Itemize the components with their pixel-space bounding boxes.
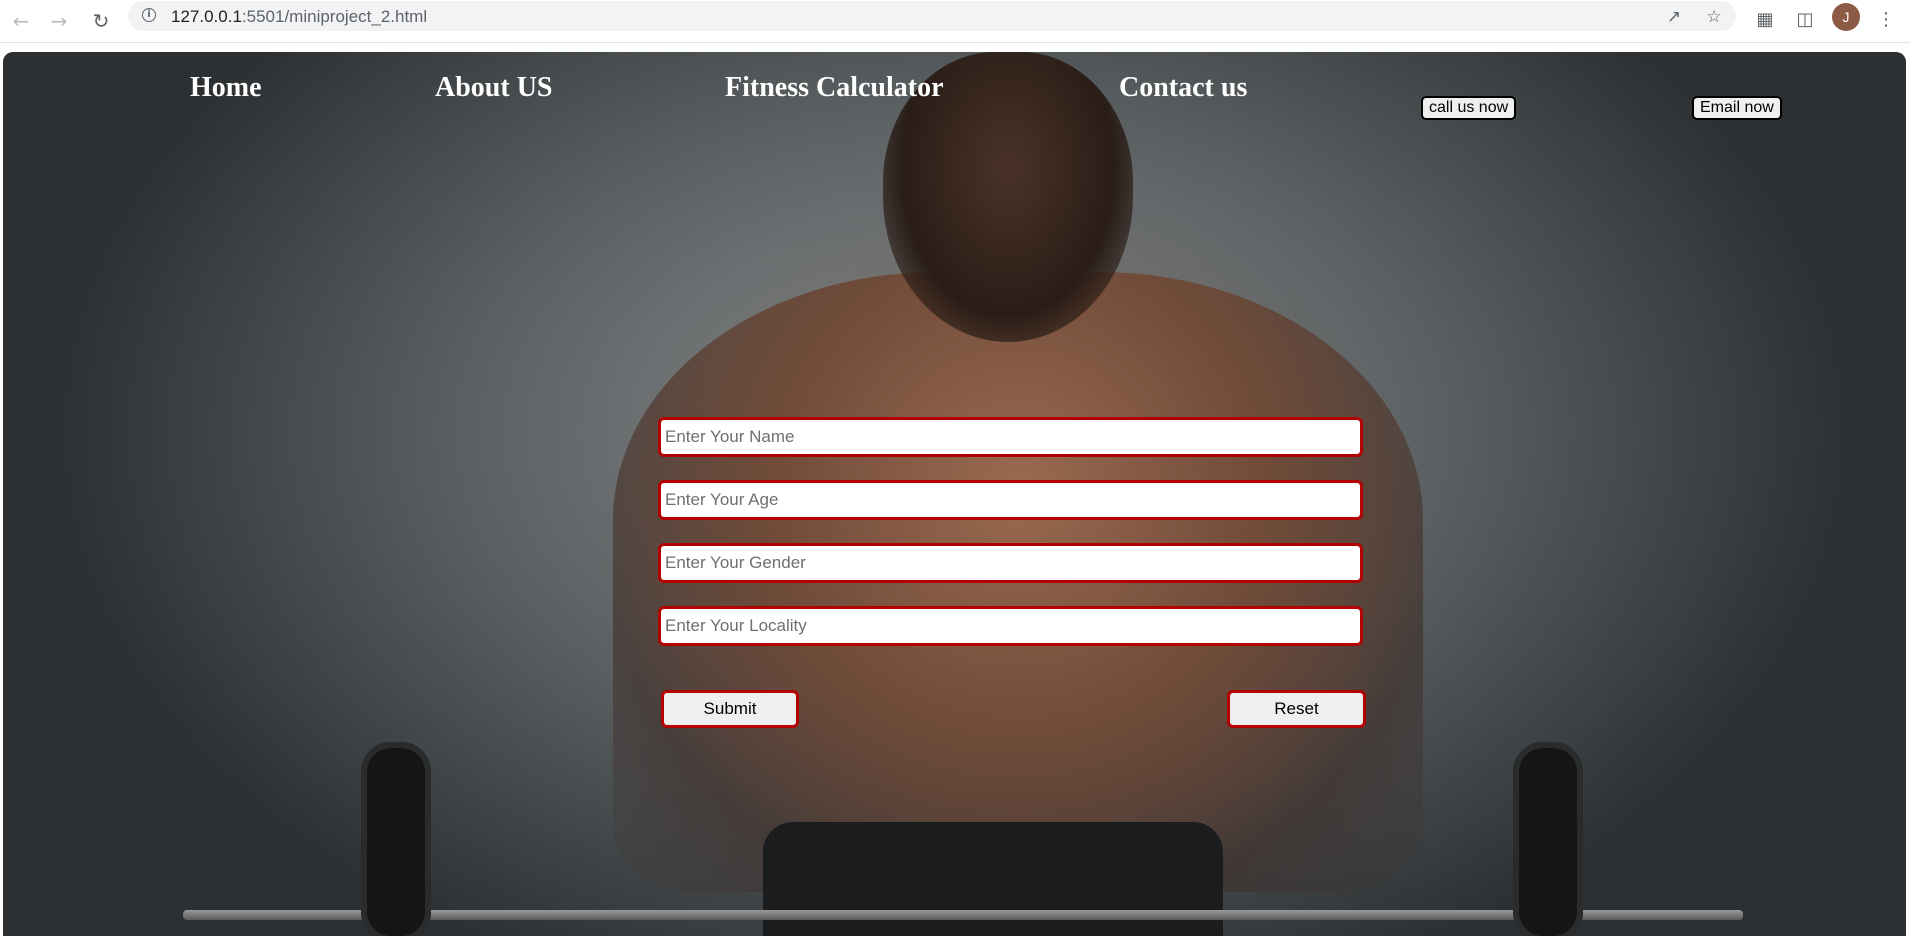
nav-contact-us[interactable]: Contact us [1119,72,1247,104]
browser-toolbar: ← → ↻ i 127.0.0.1:5501/miniproject_2.htm… [0,0,1910,43]
locality-input[interactable] [658,606,1363,646]
nav-about-us[interactable]: About US [435,72,552,104]
side-panel-icon[interactable]: ◫ [1792,6,1818,32]
name-input[interactable] [658,417,1363,457]
url-text[interactable]: 127.0.0.1:5501/miniproject_2.html [171,7,427,27]
nav-fitness-calculator[interactable]: Fitness Calculator [725,72,944,104]
share-icon[interactable]: ↗ [1663,6,1685,28]
gender-input[interactable] [658,543,1363,583]
nav-home[interactable]: Home [190,72,262,104]
reload-icon[interactable]: ↻ [86,6,116,36]
call-us-button[interactable]: call us now [1421,96,1517,120]
info-icon[interactable]: i [142,8,156,22]
puzzle-icon[interactable]: ▦ [1752,6,1778,32]
url-host: 127.0.0.1 [171,7,242,26]
submit-button[interactable]: Submit [661,690,799,728]
url-path: :5501/miniproject_2.html [241,7,428,26]
email-button[interactable]: Email now [1692,96,1782,120]
age-input[interactable] [658,480,1363,520]
address-bar[interactable]: i 127.0.0.1:5501/miniproject_2.html ↗ ☆ [128,1,1736,31]
right-weight-plate-image [1513,742,1583,936]
star-icon[interactable]: ☆ [1703,6,1725,28]
kebab-menu-icon[interactable]: ⋮ [1873,6,1899,32]
back-arrow-icon[interactable]: ← [6,6,36,36]
forward-arrow-icon[interactable]: → [44,6,74,36]
left-weight-plate-image [361,742,431,936]
reset-button[interactable]: Reset [1227,690,1366,728]
avatar[interactable]: J [1832,3,1860,31]
